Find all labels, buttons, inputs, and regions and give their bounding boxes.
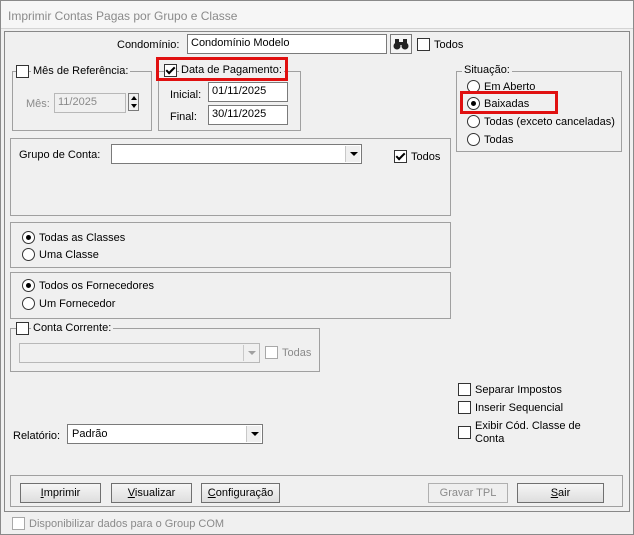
- imprimir-button[interactable]: Imprimir: [20, 483, 101, 503]
- window-title: Imprimir Contas Pagas por Grupo e Classe: [8, 9, 238, 23]
- grupo-conta-select[interactable]: [111, 144, 362, 164]
- relatorio-label: Relatório:: [13, 430, 61, 442]
- radio-dot-icon: [26, 235, 31, 240]
- fornecedores-radio-um[interactable]: [22, 297, 35, 310]
- print-dialog-window: Imprimir Contas Pagas por Grupo e Classe…: [0, 0, 634, 535]
- condominio-label: Condomínio:: [117, 39, 180, 51]
- mes-referencia-label: Mês de Referência:: [31, 65, 131, 77]
- fornecedores-option-todos: Todos os Fornecedores: [39, 280, 154, 292]
- classes-radio-uma[interactable]: [22, 248, 35, 261]
- conta-corrente-checkbox[interactable]: [16, 322, 29, 335]
- condominio-todos-checkbox[interactable]: [417, 38, 430, 51]
- mes-referencia-checkbox[interactable]: [16, 65, 29, 78]
- classes-option-todas: Todas as Classes: [39, 232, 126, 244]
- classes-radio-todas[interactable]: [22, 231, 35, 244]
- inserir-sequencial-label: Inserir Sequencial: [475, 402, 564, 414]
- mes-spinner[interactable]: [128, 93, 139, 111]
- situacao-option-todas: Todas: [484, 134, 514, 146]
- radio-dot-icon: [471, 101, 476, 106]
- sair-label: air: [558, 487, 571, 499]
- conta-corrente-label: Conta Corrente:: [31, 322, 114, 334]
- data-inicial-input[interactable]: 01/11/2025: [208, 82, 288, 102]
- configuracao-label: onfiguração: [215, 487, 274, 499]
- visualizar-accel: V: [127, 487, 135, 499]
- data-pagamento-checkbox[interactable]: [164, 64, 177, 77]
- group-com-label: Disponibilizar dados para o Group COM: [29, 518, 225, 530]
- visualizar-label: isualizar: [134, 487, 176, 499]
- chevron-down-icon[interactable]: [345, 146, 360, 162]
- conta-corrente-select[interactable]: [19, 343, 260, 363]
- data-pagamento-label: Data de Pagamento:: [179, 64, 284, 76]
- relatorio-value: Padrão: [72, 428, 108, 440]
- fornecedores-radio-todos[interactable]: [22, 279, 35, 292]
- inserir-sequencial-checkbox[interactable]: [458, 401, 471, 414]
- situacao-radio-todas-exceto[interactable]: [467, 115, 480, 128]
- classes-option-uma: Uma Classe: [39, 249, 99, 261]
- separar-impostos-label: Separar Impostos: [475, 384, 562, 396]
- mes-input[interactable]: 11/2025: [54, 93, 126, 113]
- sair-accel: S: [550, 487, 559, 499]
- fornecedores-option-um: Um Fornecedor: [39, 298, 116, 310]
- grupo-conta-label: Grupo de Conta:: [19, 149, 101, 161]
- classes-group: [10, 222, 451, 268]
- main-panel: Condomínio: Condomínio Modelo Todos Mês …: [4, 31, 630, 512]
- situacao-option-baixadas: Baixadas: [484, 98, 530, 110]
- situacao-label: Situação:: [462, 64, 512, 76]
- relatorio-select[interactable]: Padrão: [67, 424, 263, 444]
- spin-up-icon[interactable]: [131, 96, 137, 100]
- check-icon: [165, 64, 176, 75]
- sair-button[interactable]: Sair: [517, 483, 604, 503]
- situacao-option-todas-exceto: Todas (exceto canceladas): [484, 116, 615, 128]
- separar-impostos-checkbox[interactable]: [458, 383, 471, 396]
- mes-label: Mês:: [26, 98, 50, 110]
- grupo-conta-todos-checkbox[interactable]: [394, 150, 407, 163]
- data-final-input[interactable]: 30/11/2025: [208, 105, 288, 125]
- grupo-conta-todos-label: Todos: [411, 151, 441, 163]
- inicial-label: Inicial:: [170, 89, 202, 101]
- visualizar-button[interactable]: Visualizar: [111, 483, 192, 503]
- radio-dot-icon: [26, 283, 31, 288]
- conta-corrente-todas-checkbox[interactable]: [265, 346, 278, 359]
- exibir-cod-classe-label-line2: Conta: [475, 433, 505, 445]
- situacao-radio-baixadas[interactable]: [467, 97, 480, 110]
- imprimir-label: mprimir: [43, 487, 81, 499]
- conta-corrente-todas-label: Todas: [282, 347, 312, 359]
- exibir-cod-classe-label-line1: Exibir Cód. Classe de: [475, 420, 581, 432]
- binoculars-search-icon[interactable]: [390, 34, 412, 54]
- condominio-todos-label: Todos: [434, 39, 464, 51]
- gravar-tpl-button[interactable]: Gravar TPL: [428, 483, 508, 503]
- configuracao-accel: C: [207, 487, 216, 499]
- group-com-checkbox[interactable]: [12, 517, 25, 530]
- check-icon: [395, 150, 406, 161]
- exibir-cod-classe-checkbox[interactable]: [458, 426, 471, 439]
- configuracao-button[interactable]: Configuração: [201, 483, 280, 503]
- title-bar[interactable]: Imprimir Contas Pagas por Grupo e Classe: [1, 1, 633, 29]
- final-label: Final:: [170, 111, 197, 123]
- chevron-down-icon[interactable]: [243, 345, 258, 361]
- condominio-input[interactable]: Condomínio Modelo: [187, 34, 387, 54]
- spin-down-icon[interactable]: [131, 104, 137, 108]
- situacao-radio-todas[interactable]: [467, 133, 480, 146]
- chevron-down-icon[interactable]: [246, 426, 261, 442]
